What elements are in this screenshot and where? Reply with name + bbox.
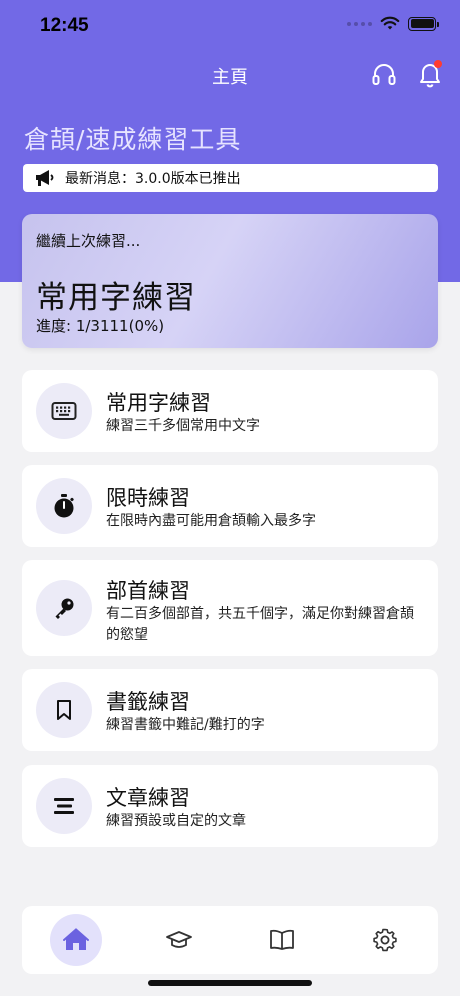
menu-item-desc: 有二百多個部首，共五千個字，滿足你對練習倉頡的慾望	[106, 606, 414, 643]
home-icon	[63, 928, 89, 950]
graduation-cap-icon	[166, 931, 192, 948]
app-title: 倉頡/速成練習工具	[24, 125, 242, 154]
menu-item-bookmarks[interactable]: 書籤練習 練習書籤中難記/難打的字	[22, 669, 438, 751]
tab-dictionary[interactable]	[256, 914, 308, 966]
menu-item-desc: 在限時內盡可能用倉頡輸入最多字	[106, 513, 316, 529]
menu-icon-circle	[36, 478, 92, 534]
menu-item-title: 文章練習	[106, 786, 190, 810]
status-bar: 12:45	[0, 0, 460, 50]
signal-icon	[347, 21, 372, 26]
wifi-icon	[380, 16, 400, 30]
news-text: 最新消息：3.0.0版本已推出	[65, 171, 241, 187]
key-icon	[55, 598, 74, 619]
battery-icon	[408, 16, 439, 31]
menu-item-title: 部首練習	[106, 579, 190, 603]
menu-item-timed[interactable]: 限時練習 在限時內盡可能用倉頡輸入最多字	[22, 465, 438, 547]
menu-item-desc: 練習書籤中難記/難打的字	[106, 717, 265, 733]
keyboard-icon	[51, 402, 77, 420]
continue-progress: 進度: 1/3111(0%)	[36, 317, 165, 335]
headset-icon	[372, 64, 396, 85]
headset-button[interactable]	[370, 60, 398, 88]
notification-button[interactable]	[416, 59, 444, 89]
tab-bar	[22, 906, 438, 974]
menu-icon-circle	[36, 778, 92, 834]
tab-learn[interactable]	[153, 914, 205, 966]
status-icons	[347, 16, 439, 31]
menu-icon-circle	[36, 580, 92, 636]
status-time: 12:45	[40, 15, 89, 36]
menu-icon-circle	[36, 383, 92, 439]
menu-item-title: 書籤練習	[106, 690, 190, 714]
menu-item-radicals[interactable]: 部首練習 有二百多個部首，共五千個字，滿足你對練習倉頡的慾望	[22, 560, 438, 656]
tab-settings[interactable]	[359, 914, 411, 966]
menu-item-title: 限時練習	[106, 486, 190, 510]
book-open-icon	[270, 929, 294, 950]
bookmark-icon	[57, 700, 71, 720]
menu-item-desc: 練習三千多個常用中文字	[106, 418, 260, 434]
gear-icon	[373, 928, 397, 952]
menu-item-desc: 練習預設或自定的文章	[106, 813, 246, 829]
notification-badge	[434, 60, 442, 68]
continue-practice-card[interactable]: 繼續上次練習... 常用字練習 進度: 1/3111(0%)	[22, 214, 438, 348]
continue-title: 常用字練習	[36, 280, 196, 316]
menu-icon-circle	[36, 682, 92, 738]
stopwatch-icon	[54, 494, 74, 518]
menu-item-title: 常用字練習	[106, 391, 211, 415]
text-lines-icon	[54, 798, 74, 814]
megaphone-icon	[36, 170, 54, 186]
menu-item-common-chars[interactable]: 常用字練習 練習三千多個常用中文字	[22, 370, 438, 452]
continue-label: 繼續上次練習...	[36, 232, 141, 250]
home-indicator	[148, 980, 312, 986]
news-banner[interactable]: 最新消息：3.0.0版本已推出	[23, 164, 438, 192]
tab-home[interactable]	[50, 914, 102, 966]
menu-item-articles[interactable]: 文章練習 練習預設或自定的文章	[22, 765, 438, 847]
